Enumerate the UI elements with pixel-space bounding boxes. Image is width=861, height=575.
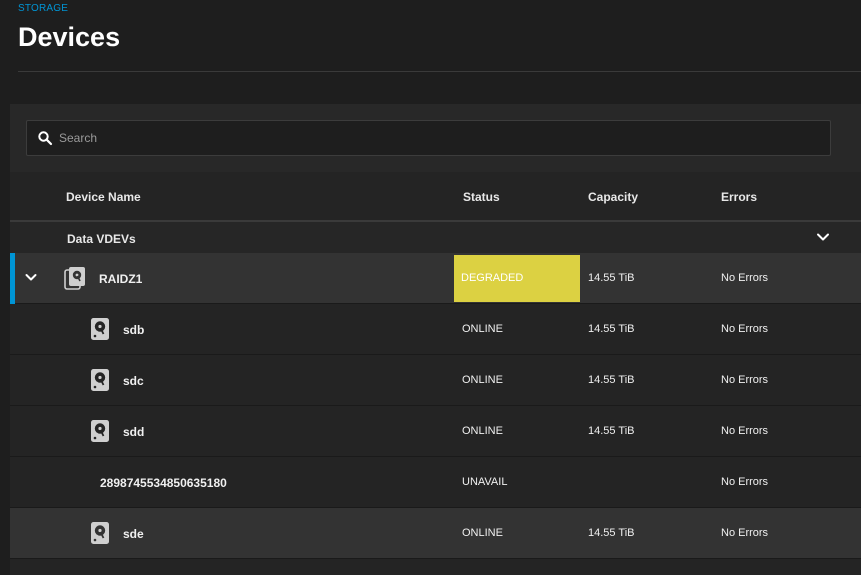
status-text: ONLINE (462, 374, 503, 386)
table-row[interactable]: sde ONLINE 14.55 TiB No Errors (10, 508, 861, 559)
hard-disk-icon (90, 317, 112, 341)
status-text: ONLINE (462, 323, 503, 335)
page-title: Devices (18, 22, 121, 52)
device-name: 2898745534850635180 (100, 476, 227, 490)
chevron-down-icon[interactable] (23, 269, 39, 285)
errors-value: No Errors (721, 527, 769, 539)
device-name: sdc (123, 374, 144, 388)
capacity-value: 14.55 TiB (588, 425, 635, 437)
column-errors[interactable]: Errors (721, 190, 757, 204)
selection-indicator (10, 253, 15, 304)
search-area (10, 104, 861, 172)
table-row[interactable]: sdc ONLINE 14.55 TiB No Errors (10, 355, 861, 406)
device-name: sdd (123, 425, 145, 439)
search-box[interactable] (26, 120, 831, 156)
hard-disk-icon (90, 521, 112, 545)
status-badge: DEGRADED (454, 255, 580, 302)
table-row-vdev[interactable]: RAIDZ1 DEGRADED 14.55 TiB No Errors (10, 253, 861, 304)
table-row[interactable]: sdd ONLINE 14.55 TiB No Errors (10, 406, 861, 457)
column-capacity[interactable]: Capacity (588, 190, 638, 204)
status-text: DEGRADED (461, 272, 524, 284)
table-row[interactable]: sdb ONLINE 14.55 TiB No Errors (10, 304, 861, 355)
status-text: ONLINE (462, 425, 503, 437)
hard-disk-icon (90, 368, 112, 392)
table-header: Device Name Status Capacity Errors (10, 172, 861, 222)
column-device-name[interactable]: Device Name (66, 190, 141, 204)
errors-value: No Errors (721, 323, 769, 335)
group-row-data-vdevs[interactable]: Data VDEVs (10, 222, 861, 253)
errors-value: No Errors (721, 425, 769, 437)
chevron-down-icon[interactable] (813, 227, 833, 247)
status-text: UNAVAIL (462, 476, 508, 488)
devices-panel: Device Name Status Capacity Errors Data … (10, 104, 861, 575)
table-row[interactable]: 2898745534850635180 UNAVAIL No Errors (10, 457, 861, 508)
device-name: RAIDZ1 (99, 272, 143, 286)
status-text: ONLINE (462, 527, 503, 539)
search-icon (37, 130, 53, 146)
errors-value: No Errors (721, 272, 769, 284)
device-name: sdb (123, 323, 145, 337)
errors-value: No Errors (721, 476, 769, 488)
hard-disk-icon (90, 419, 112, 443)
column-status[interactable]: Status (463, 190, 500, 204)
search-input[interactable] (59, 121, 819, 155)
capacity-value: 14.55 TiB (588, 323, 635, 335)
disks-icon (64, 266, 86, 290)
group-label: Data VDEVs (67, 232, 136, 246)
capacity-value: 14.55 TiB (588, 374, 635, 386)
capacity-value: 14.55 TiB (588, 527, 635, 539)
errors-value: No Errors (721, 374, 769, 386)
device-name: sde (123, 527, 144, 541)
breadcrumb[interactable]: STORAGE (18, 3, 68, 14)
page-header: STORAGE Devices (18, 0, 861, 72)
capacity-value: 14.55 TiB (588, 272, 635, 284)
